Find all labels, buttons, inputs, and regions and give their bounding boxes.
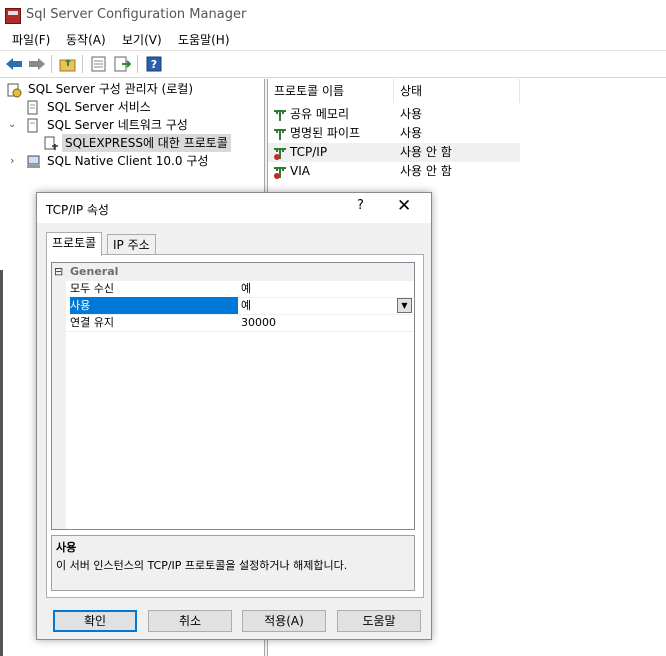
apply-button[interactable]: 적용(A) [242,610,326,632]
protocol-state: 사용 안 함 [400,164,452,178]
protocol-state: 사용 [400,126,423,140]
tree-item-label: SQL Native Client 10.0 구성 [47,154,209,168]
protocol-row[interactable]: 공유 메모리 사용 [268,105,520,124]
protocol-node-icon [44,136,58,150]
back-arrow-icon[interactable] [5,55,23,73]
protocol-icon [272,108,286,122]
protocol-name: VIA [290,164,310,178]
tab-content: ⊟ General 모두 수신 예 사용 예 ▼ 연결 유지 30000 사용 … [46,254,424,598]
category-label: General [70,265,119,278]
column-header-name[interactable]: 프로토콜 이름 [268,79,394,103]
svg-text:?: ? [151,58,157,71]
toolbar: ? [0,50,666,78]
protocol-state: 사용 안 함 [400,145,452,159]
property-value[interactable]: 30000 [241,314,396,331]
dropdown-arrow-icon[interactable]: ▼ [397,298,412,313]
toolbar-separator [51,55,52,73]
menu-help[interactable]: 도움말(H) [178,31,230,48]
protocol-name: TCP/IP [290,145,328,159]
ok-button[interactable]: 확인 [53,610,137,632]
client-computer-icon [26,154,40,168]
app-icon [5,8,21,24]
menu-action[interactable]: 동작(A) [66,31,106,48]
tab-ip-address[interactable]: IP 주소 [107,234,156,255]
tree-item-label: SQL Server 서비스 [47,100,151,114]
tree-item-label: SQLEXPRESS에 대한 프로토콜 [62,134,231,152]
description-text: 이 서버 인스턴스의 TCP/IP 프로토콜을 설정하거나 해제합니다. [56,559,348,572]
property-name: 연결 유지 [70,316,114,329]
dialog-titlebar: TCP/IP 속성 ? ✕ [37,193,431,223]
protocol-row[interactable]: 명명된 파이프 사용 [268,124,520,143]
protocol-disabled-icon [272,165,286,179]
menu-bar: 파일(F) 동작(A) 보기(V) 도움말(H) [0,28,666,50]
grid-category-general[interactable]: ⊟ General [52,263,414,281]
property-value[interactable]: 예 [241,280,396,297]
window-title: Sql Server Configuration Manager [26,7,247,22]
cancel-button[interactable]: 취소 [148,610,232,632]
property-value[interactable]: 예 [241,297,396,314]
forward-arrow-icon[interactable] [28,55,46,73]
chevron-down-icon[interactable]: ⌄ [8,116,16,134]
chevron-right-icon[interactable]: › [10,152,14,170]
network-page-icon [26,118,40,133]
property-row-selected[interactable]: 사용 예 ▼ [52,297,414,315]
protocol-state: 사용 [400,107,423,121]
property-grid: ⊟ General 모두 수신 예 사용 예 ▼ 연결 유지 30000 [51,262,415,530]
menu-file[interactable]: 파일(F) [12,31,50,48]
help-button[interactable]: 도움말 [337,610,421,632]
property-row[interactable]: 연결 유지 30000 [52,314,414,332]
protocol-row[interactable]: VIA 사용 안 함 [268,162,520,181]
column-header-state[interactable]: 상태 [394,79,520,103]
folder-up-icon[interactable] [59,55,77,73]
page-icon [26,100,40,115]
property-name: 사용 [70,297,238,314]
property-name: 모두 수신 [70,282,114,295]
tree-root-label: SQL Server 구성 관리자 (로컬) [28,82,194,96]
tree-item-label: SQL Server 네트워크 구성 [47,118,188,132]
toolbar-separator [82,55,83,73]
tab-protocol[interactable]: 프로토콜 [46,232,103,256]
dialog-title: TCP/IP 속성 [46,203,109,217]
collapse-icon[interactable]: ⊟ [54,263,63,280]
background-window-edge [0,270,3,656]
help-question-icon[interactable]: ? [357,198,364,213]
export-list-icon[interactable] [113,55,131,73]
description-title: 사용 [56,541,77,554]
menu-view[interactable]: 보기(V) [122,31,162,48]
property-description: 사용 이 서버 인스턴스의 TCP/IP 프로토콜을 설정하거나 해제합니다. [51,535,415,591]
protocol-disabled-icon [272,146,286,160]
close-icon[interactable]: ✕ [397,196,411,216]
toolbar-separator [137,55,138,73]
protocol-name: 공유 메모리 [290,107,350,121]
property-row[interactable]: 모두 수신 예 [52,280,414,298]
tcpip-properties-dialog: TCP/IP 속성 ? ✕ 프로토콜 IP 주소 ⊟ General 모두 수신… [36,192,432,640]
help-icon[interactable]: ? [145,55,163,73]
protocol-icon [272,127,286,141]
window-titlebar: Sql Server Configuration Manager [0,0,666,30]
server-config-icon [6,82,22,98]
properties-icon[interactable] [90,55,108,73]
protocol-row[interactable]: TCP/IP 사용 안 함 [268,143,520,162]
protocol-name: 명명된 파이프 [290,126,361,140]
